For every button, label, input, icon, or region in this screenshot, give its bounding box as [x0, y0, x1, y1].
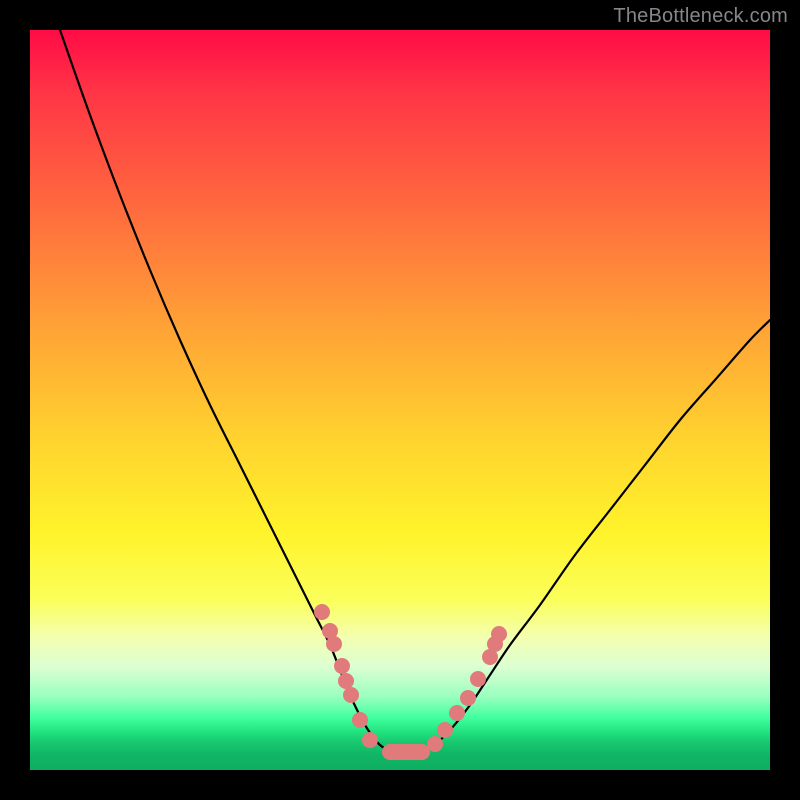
markers-right-branch: [427, 626, 507, 752]
curve-marker: [352, 712, 368, 728]
plot-area: [30, 30, 770, 770]
curve-marker: [334, 658, 350, 674]
curve-marker: [449, 705, 465, 721]
bottleneck-curve-svg: [30, 30, 770, 770]
curve-marker: [362, 732, 378, 748]
curve-marker: [314, 604, 330, 620]
curve-marker: [491, 626, 507, 642]
curve-marker: [437, 722, 453, 738]
watermark-text: TheBottleneck.com: [613, 5, 788, 28]
markers-left-branch: [314, 604, 378, 748]
marker-bottom-pill: [382, 744, 430, 760]
bottleneck-curve: [60, 30, 770, 753]
curve-marker: [326, 636, 342, 652]
curve-marker: [338, 673, 354, 689]
curve-marker: [470, 671, 486, 687]
chart-frame: TheBottleneck.com: [0, 0, 800, 800]
curve-marker: [343, 687, 359, 703]
curve-marker: [460, 690, 476, 706]
